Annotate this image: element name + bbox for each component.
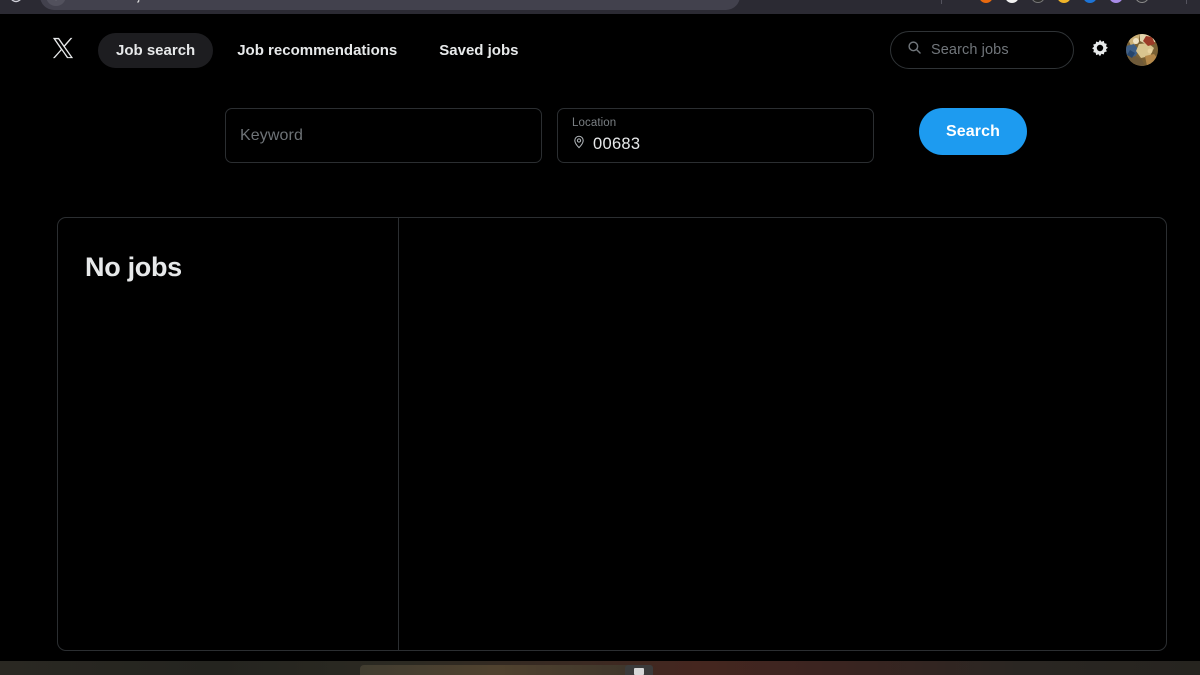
results-panel: No jobs [57, 217, 1167, 651]
bookmark-star-icon[interactable]: ☆ [912, 0, 934, 7]
primary-nav: Job search Job recommendations Saved job… [98, 32, 536, 68]
no-jobs-heading: No jobs [85, 252, 182, 282]
job-list-pane: No jobs [58, 218, 399, 650]
address-bar[interactable]: ◎ twitter.com/jobs?istl=00683 [40, 0, 740, 10]
tab-job-search[interactable]: Job search [98, 32, 214, 68]
toolbar-divider-2 [1186, 0, 1187, 4]
library-icon[interactable]: ⎕ [1157, 0, 1179, 7]
url-text: twitter.com/jobs?istl=00683 [73, 0, 226, 3]
search-icon [907, 40, 922, 60]
site-header: Job search Job recommendations Saved job… [0, 14, 1200, 86]
bitwarden-extension-icon[interactable] [1079, 0, 1101, 7]
adblock-extension-icon[interactable] [1001, 0, 1023, 7]
location-field[interactable]: Location 00683 [557, 108, 874, 163]
reload-icon[interactable] [8, 0, 24, 4]
job-detail-pane [399, 218, 1166, 650]
firefox-extension-icon[interactable] [975, 0, 997, 7]
search-input-placeholder: Search jobs [931, 42, 1009, 58]
shield-privacy-icon[interactable]: ◎ [46, 0, 66, 6]
avatar[interactable] [1126, 34, 1158, 66]
screencast-icon[interactable]: ▭ [886, 0, 908, 7]
header-actions: Search jobs [890, 31, 1158, 69]
grammarly-extension-icon[interactable] [1105, 0, 1127, 7]
x-logo[interactable] [52, 37, 74, 64]
jobs-page: Job search Job recommendations Saved job… [0, 14, 1200, 661]
taskbar-app-icon[interactable] [625, 665, 653, 675]
gear-icon[interactable] [1088, 36, 1112, 65]
os-taskbar [0, 661, 1200, 675]
taskbar-window-button[interactable] [360, 665, 635, 675]
toolbar-divider [941, 0, 942, 4]
location-value: 00683 [593, 134, 641, 153]
tab-job-recommendations[interactable]: Job recommendations [219, 33, 415, 68]
tab-saved-jobs[interactable]: Saved jobs [421, 33, 536, 68]
pocket-save-icon[interactable]: ⎓ [949, 0, 971, 7]
job-search-form: Keyword Location 00683 Search [0, 108, 1200, 163]
chevron-down-icon[interactable]: ∨ [860, 0, 882, 7]
header-search-box[interactable]: Search jobs [890, 31, 1074, 69]
notification-bell-icon[interactable] [1053, 0, 1075, 7]
map-pin-icon [572, 135, 586, 154]
privacy-badger-extension-icon[interactable] [1131, 0, 1153, 7]
keyword-field[interactable]: Keyword [225, 108, 542, 163]
search-button[interactable]: Search [919, 108, 1027, 155]
keyword-placeholder: Keyword [240, 126, 303, 144]
browser-nav-controls: ◎ twitter.com/jobs?istl=00683 [8, 0, 740, 10]
location-label: Location [572, 117, 617, 129]
browser-chrome: ◎ twitter.com/jobs?istl=00683 ∨ ▭ ☆ ⎓ ⎕ [0, 0, 1200, 14]
dark-reader-extension-icon[interactable] [1027, 0, 1049, 7]
browser-toolbar-icons: ∨ ▭ ☆ ⎓ ⎕ [860, 0, 1192, 7]
